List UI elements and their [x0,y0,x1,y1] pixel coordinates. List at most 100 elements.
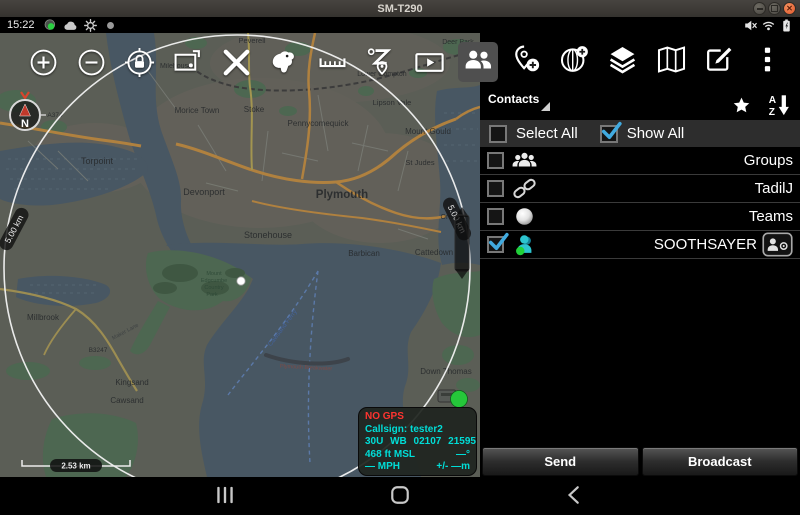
link-icon [512,176,537,201]
bloodhound-icon [269,47,300,78]
row-checkbox[interactable] [487,236,504,253]
cloud-icon [64,19,77,32]
ruler-button[interactable] [316,45,350,79]
broadcast-button[interactable]: Broadcast [642,447,799,476]
add-overlay-icon [559,44,590,80]
overflow-menu-button[interactable] [748,42,788,82]
groups-icon [512,148,537,173]
add-overlay-button[interactable] [555,42,595,82]
map-label: Mount [206,271,222,277]
bloodhound-button[interactable] [267,45,301,79]
map-label: St Judes [405,158,434,167]
zoom-out-button[interactable] [74,45,108,79]
close-button[interactable] [783,2,796,15]
maps-button[interactable] [651,42,691,82]
show-all-label: Show All [627,125,685,142]
layers-button[interactable] [603,42,643,82]
svg-text:Z: Z [769,107,775,117]
range-bearing-button[interactable] [364,45,398,79]
profile-card-button[interactable] [762,232,793,257]
svg-text:A: A [769,95,777,106]
lock-center-button[interactable] [123,45,157,79]
dot-icon [104,19,117,32]
window-title: SM-T290 [377,3,422,15]
self-position-marker[interactable] [237,277,245,285]
compose-button[interactable] [700,42,740,82]
screen: SM-T290 15:22 [0,0,800,515]
map-label: Plymouth [316,189,368,201]
map-scale-slider[interactable] [455,207,469,279]
maximize-button[interactable] [768,2,781,15]
dropdown-caret-icon[interactable] [541,102,550,111]
contacts-panel: Contacts AZ Select All Show All Groups Ta… [480,33,800,477]
compass-label: N [21,118,29,130]
row-checkbox[interactable] [487,152,504,169]
contact-row[interactable]: TadilJ [480,175,800,203]
contacts-icon [463,44,494,80]
system-icons [744,19,793,32]
map-label: Cawsand [110,396,143,405]
map-label: Kingsand [115,378,148,387]
window-titlebar: SM-T290 [0,0,800,18]
filter-row: Select All Show All [480,120,800,147]
gps-altitude: 468 ft MSL [365,449,415,462]
gps-accuracy: +/- —m [436,461,470,474]
back-button[interactable] [564,486,586,508]
gps-info-panel[interactable]: NO GPS Callsign: tester2 30U WB 02107 21… [358,407,477,476]
frame-capture-button[interactable] [171,45,205,79]
map-view[interactable]: Cawsand Ferry Plymouth Breakwater Pevere… [0,33,480,477]
sort-az-icon[interactable]: AZ [766,93,790,117]
back-icon [565,485,585,510]
panel-title[interactable]: Contacts [488,92,539,106]
zoom-in-button[interactable] [26,45,60,79]
row-checkbox[interactable] [487,180,504,197]
person-online-icon [512,232,537,257]
map-label: Barbican [348,249,380,258]
scale-label: 2.53 km [61,462,90,471]
navigation-bar [0,477,800,515]
recents-button[interactable] [214,486,236,508]
map-label: Stoke [244,105,265,114]
contact-row[interactable]: SOOTHSAYER [480,231,800,259]
minimize-button[interactable] [753,2,766,15]
map-label: Edgcumbe [201,278,227,284]
contact-row[interactable]: Groups [480,147,800,175]
select-all-checkbox[interactable] [489,125,507,143]
gps-location: 30U WB 02107 21595 [365,436,470,449]
home-icon [390,485,410,510]
map-label: Pennycomequick [288,119,350,128]
video-button[interactable] [412,45,446,79]
panel-toolbar [458,42,788,82]
map-label: Stonehouse [244,230,292,240]
add-placemark-button[interactable] [506,42,546,82]
send-button[interactable]: Send [482,447,639,476]
frame-capture-icon [172,47,203,78]
contact-row[interactable]: Teams [480,203,800,231]
contact-label: TadilJ [537,180,793,197]
video-icon [414,47,445,78]
zoom-out-icon [76,47,107,78]
add-placemark-icon [511,44,542,80]
map-label: Peverell [238,36,265,45]
contact-label: SOOTHSAYER [537,236,757,253]
sphere-icon [512,204,537,229]
home-button[interactable] [389,486,411,508]
map-label: Torpoint [81,156,114,166]
wifi-icon [762,19,775,32]
contacts-button[interactable] [458,42,498,82]
map-label: Millbrook [27,313,60,322]
favorites-star-icon[interactable] [732,96,751,115]
layers-icon [607,44,638,80]
close-tool-button[interactable] [219,45,253,79]
gps-callsign: Callsign: tester2 [365,424,470,437]
status-bar: 15:22 [0,17,800,33]
gps-speed: — MPH [365,461,400,474]
map-label: Country [204,285,224,291]
select-all-label: Select All [516,125,578,142]
contact-label: Teams [537,208,793,225]
compose-icon [704,44,735,80]
row-checkbox[interactable] [487,208,504,225]
show-all-checkbox[interactable] [600,125,618,143]
zoom-in-icon [28,47,59,78]
notification-icons [44,19,744,32]
